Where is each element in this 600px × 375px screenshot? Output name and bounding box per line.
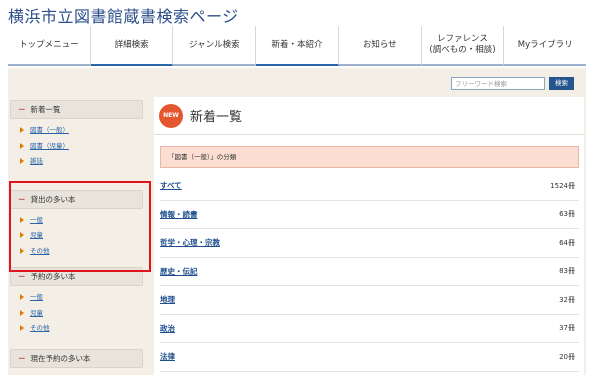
item-count: 32冊 [559, 295, 575, 304]
sidebar-item-label[interactable]: 雑誌 [30, 157, 43, 165]
category-link[interactable]: 歴史・伝記 [160, 266, 198, 277]
arrow-right-icon [20, 309, 24, 316]
category-link[interactable]: すべて [160, 180, 182, 191]
sidebar-item[interactable]: 児童 [20, 306, 143, 322]
nav-new-arrivals[interactable]: 新着・本紹介 [256, 26, 339, 66]
arrow-right-icon [20, 142, 24, 149]
list-item: 政治 37冊 [160, 315, 579, 343]
sidebar-item-label[interactable]: 図書（一般） [30, 126, 69, 134]
arrow-right-icon [20, 325, 24, 331]
nav-reference[interactable]: レファレンス (調べもの・相談) [421, 26, 505, 66]
item-count: 20冊 [559, 352, 575, 361]
collapse-icon: － [18, 272, 26, 281]
list-item: 地理 32冊 [160, 286, 579, 315]
item-count: 37冊 [559, 324, 575, 333]
sidebar-item[interactable]: 雑誌 [20, 154, 143, 170]
page-title: 新着一覧 [190, 110, 243, 125]
site-title: 横浜市立図書館蔵書検索ページ [8, 7, 239, 26]
category-link[interactable]: 政治 [160, 323, 175, 334]
sidebar-list: 図書（一般） 図書（児童） 雑誌 [10, 119, 143, 174]
category-link[interactable]: 法律 [160, 351, 175, 362]
sidebar-item[interactable]: 一般 [20, 290, 143, 306]
main-nav: トップメニュー 詳細検索 ジャンル検索 新着・本紹介 お知らせ レファレンス (… [8, 26, 587, 66]
sidebar-section-title: 予約の多い本 [30, 272, 76, 281]
category-label: 「図書（一般）」の分類 [160, 146, 579, 168]
nav-advanced-search[interactable]: 詳細検索 [90, 26, 174, 66]
list-item: 哲学・心理・宗教 64冊 [160, 229, 579, 258]
sidebar-section-new-arrivals[interactable]: － 新着一覧 [10, 100, 143, 119]
sidebar-section-title: 現在予約の多い本 [30, 353, 91, 363]
category-link[interactable]: 哲学・心理・宗教 [160, 237, 220, 248]
nav-top-menu[interactable]: トップメニュー [8, 26, 91, 66]
arrow-right-icon [20, 127, 24, 133]
sidebar-item-label[interactable]: その他 [30, 324, 50, 332]
item-count: 1524冊 [550, 181, 575, 190]
item-count: 64冊 [559, 238, 575, 247]
category-list: すべて 1524冊 情報・読書 63冊 哲学・心理・宗教 64冊 歴史・伝記 83冊 地… [160, 172, 579, 372]
arrow-right-icon [20, 294, 24, 300]
list-item: 情報・読書 63冊 [160, 201, 579, 229]
sidebar-item-label[interactable]: 一般 [30, 293, 43, 301]
list-item: 歴史・伝記 83冊 [160, 258, 579, 286]
new-badge-icon: NEW [159, 103, 183, 128]
sidebar-item-label[interactable]: 児童 [30, 309, 43, 317]
highlight-box [9, 181, 151, 272]
sidebar-item[interactable]: 図書（一般） [20, 123, 143, 139]
sidebar-item[interactable]: 図書（児童） [20, 139, 143, 155]
search-button[interactable]: 検索 [549, 77, 574, 90]
nav-my-library[interactable]: Myライブラリ [504, 26, 587, 66]
list-item: すべて 1524冊 [160, 172, 579, 201]
collapse-icon: － [18, 353, 26, 363]
collapse-icon: － [18, 105, 26, 114]
nav-news[interactable]: お知らせ [338, 26, 422, 66]
list-item: 法律 20冊 [160, 343, 579, 372]
main-panel: NEW 新着一覧 「図書（一般）」の分類 すべて 1524冊 情報・読書 63冊 哲… [154, 97, 584, 375]
main-header: NEW 新着一覧 [154, 97, 584, 135]
item-count: 63冊 [559, 210, 575, 219]
category-link[interactable]: 地理 [160, 294, 175, 305]
nav-genre-search[interactable]: ジャンル検索 [173, 26, 257, 66]
sidebar-section-currently-reserved[interactable]: － 現在予約の多い本 [10, 348, 143, 368]
item-count: 83冊 [559, 267, 575, 276]
arrow-right-icon [20, 158, 24, 164]
sidebar-section-title: 新着一覧 [30, 105, 61, 114]
sidebar-item-label[interactable]: 図書（児童） [30, 142, 69, 150]
category-link[interactable]: 情報・読書 [160, 209, 198, 220]
sidebar-item[interactable]: その他 [20, 321, 143, 337]
search-input[interactable]: フリーワード検索 [451, 77, 545, 90]
sidebar-list: 一般 児童 その他 [10, 286, 143, 341]
